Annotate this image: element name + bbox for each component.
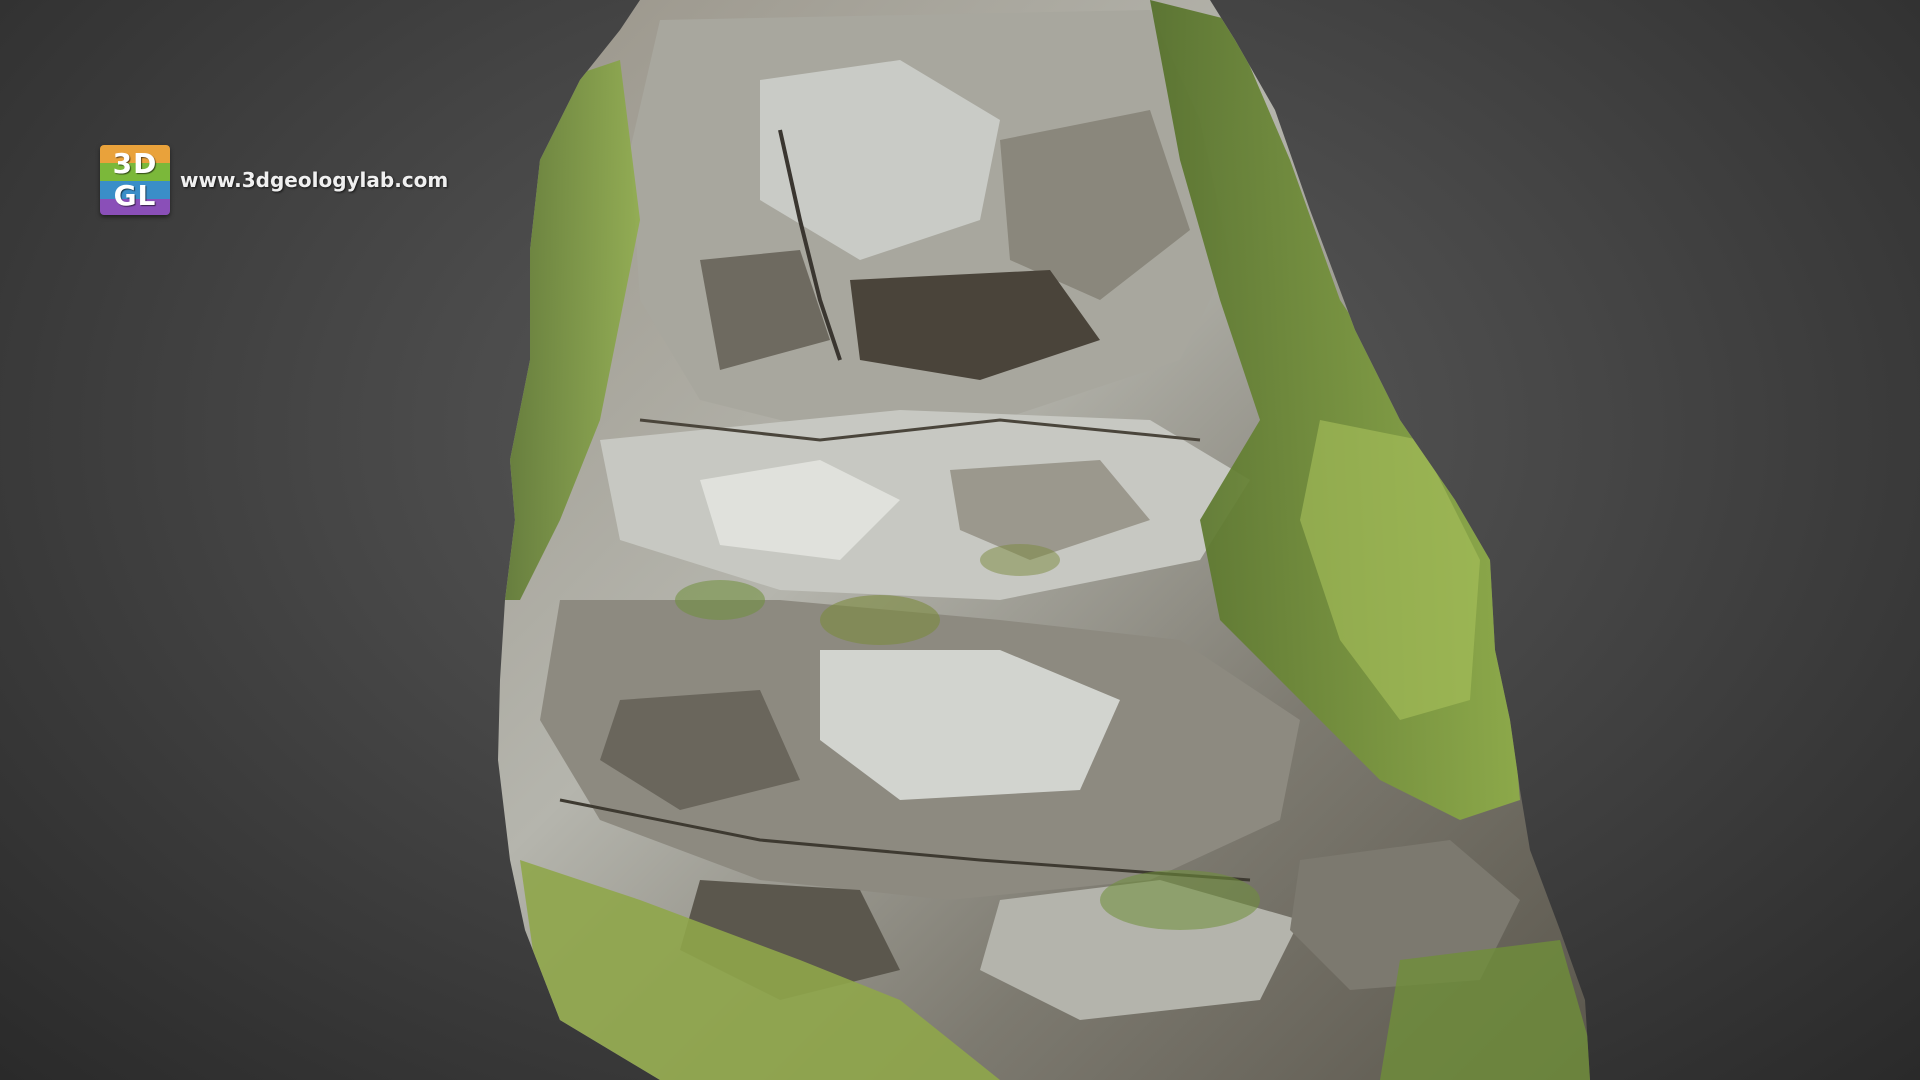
branding: 3D GL www.3dgeologylab.com	[100, 145, 448, 215]
3dgl-logo[interactable]: 3D GL	[100, 145, 170, 215]
logo-text-top: 3D	[112, 147, 158, 180]
model-viewport[interactable]: 3D GL www.3dgeologylab.com	[0, 0, 1920, 1080]
logo-text-bottom: GL	[113, 179, 157, 212]
site-url-link[interactable]: www.3dgeologylab.com	[180, 168, 448, 192]
outcrop-mesh	[498, 0, 1590, 1080]
